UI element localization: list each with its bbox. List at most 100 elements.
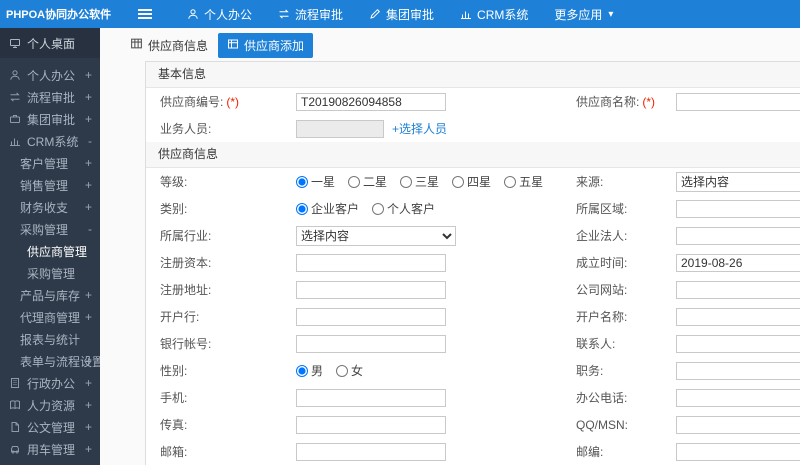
field-label: 性别: [160,364,188,378]
sidebar-item-document-mgmt[interactable]: 公文管理 + [0,416,100,438]
qq-msn-input[interactable] [676,415,800,434]
expand-icon[interactable]: + [85,442,92,456]
expand-icon[interactable]: + [85,200,92,214]
nav-label: 个人办公 [204,7,253,22]
expand-icon[interactable]: + [85,178,92,192]
tab-supplier-add[interactable]: 供应商添加 [218,32,314,58]
nav-crm[interactable]: CRM系统 [447,0,541,28]
tab-bar: 供应商信息 供应商添加 [100,28,800,61]
category-radio-company[interactable]: 企业客户 [296,200,359,217]
email-input[interactable] [296,442,446,461]
level-radio-1[interactable]: 一星 [296,173,335,190]
supplier-add-form: 基本信息 供应商编号:(*) 供应商名称:(*) 业务人员: +选择人员 供应商… [145,61,800,465]
level-radio-2[interactable]: 二星 [348,173,387,190]
tab-label: 供应商添加 [244,38,305,53]
expand-icon[interactable]: + [85,398,92,412]
zip-code-input[interactable] [676,442,800,461]
bank-input[interactable] [296,307,446,326]
sidebar-item-agent-mgmt[interactable]: 代理商管理 + [0,306,100,328]
sidebar-item-desktop[interactable]: 个人桌面 [0,28,100,58]
category-radio-personal[interactable]: 个人客户 [372,200,435,217]
expand-icon[interactable]: + [85,376,92,390]
required-asterisk: (*) [642,95,656,109]
document-icon [9,421,21,433]
founded-date-input[interactable] [676,253,800,272]
briefcase-icon [9,113,21,125]
form-row-account-contact: 银行帐号: 联系人: [146,330,800,357]
business-person-input[interactable] [296,119,384,138]
level-radio-4[interactable]: 四星 [452,173,491,190]
sidebar-item-sales-mgmt[interactable]: 销售管理 + [0,174,100,196]
sidebar-item-purchasing[interactable]: 采购管理 [0,262,100,284]
form-row-email-zip: 邮箱: 邮编: [146,438,800,465]
sidebar-item-archive-mgmt[interactable]: 档案管理 + [0,460,100,465]
book-icon [9,399,21,411]
gender-radio-female[interactable]: 女 [336,362,363,379]
sidebar-item-personal-office[interactable]: 个人办公 + [0,64,100,86]
sidebar-item-vehicle-mgmt[interactable]: 用车管理 + [0,438,100,460]
collapse-icon[interactable]: - [88,134,92,148]
expand-icon[interactable]: + [85,420,92,434]
field-label: 邮箱: [160,445,188,459]
collapse-icon[interactable]: - [88,222,92,236]
website-input[interactable] [676,280,800,299]
nav-label: CRM系统 [477,7,529,22]
level-radio-5[interactable]: 五星 [504,173,543,190]
contact-input[interactable] [676,334,800,353]
supplier-code-input[interactable] [296,92,446,111]
sidebar-item-form-flow-settings[interactable]: 表单与流程设置 + [0,350,100,372]
category-radio-group: 企业客户 个人客户 [296,200,448,217]
table-icon [130,37,143,53]
bank-account-name-input[interactable] [676,307,800,326]
sidebar-item-group-approval[interactable]: 集团审批 + [0,108,100,130]
sidebar-item-process-approval[interactable]: 流程审批 + [0,86,100,108]
field-label: 来源: [576,175,604,189]
nav-group-approval[interactable]: 集团审批 [356,0,447,28]
fax-input[interactable] [296,415,446,434]
expand-icon[interactable]: + [85,112,92,126]
expand-icon[interactable]: + [85,68,92,82]
office-phone-input[interactable] [676,388,800,407]
choose-person-link[interactable]: +选择人员 [392,120,447,137]
mobile-input[interactable] [296,388,446,407]
industry-select[interactable]: 选择内容 [296,225,456,246]
topbar: PHPOA协同办公软件 个人办公 流程审批 集团审批 CRM系统 更多应用 ▾ [0,0,800,28]
sidebar-item-finance[interactable]: 财务收支 + [0,196,100,218]
sidebar: 个人桌面 个人办公 + 流程审批 + 集团审批 + CRM系统 - 客户管理 +… [0,28,100,465]
field-label: 等级: [160,175,188,189]
field-label: QQ/MSN: [576,417,629,432]
source-select[interactable]: 选择内容 [676,171,800,192]
nav-more-apps[interactable]: 更多应用 ▾ [541,0,626,28]
sidebar-item-reports[interactable]: 报表与统计 [0,328,100,350]
expand-icon[interactable]: + [85,288,92,302]
registered-address-input[interactable] [296,280,446,299]
sidebar-item-customer-mgmt[interactable]: 客户管理 + [0,152,100,174]
field-label: 联系人: [576,337,616,351]
nav-personal-office[interactable]: 个人办公 [174,0,265,28]
bank-account-input[interactable] [296,334,446,353]
expand-icon[interactable]: + [85,156,92,170]
supplier-name-input[interactable] [676,92,800,111]
sidebar-item-product-inventory[interactable]: 产品与库存 + [0,284,100,306]
level-radio-3[interactable]: 三星 [400,173,439,190]
gender-radio-male[interactable]: 男 [296,362,323,379]
sidebar-item-crm[interactable]: CRM系统 - [0,130,100,152]
field-label: 类别: [160,202,188,216]
expand-icon[interactable]: + [85,310,92,324]
form-row-regaddr-website: 注册地址: 公司网站: [146,276,800,303]
nav-process-approval[interactable]: 流程审批 [265,0,356,28]
field-label: 邮编: [576,445,604,459]
sidebar-item-supplier-mgmt[interactable]: 供应商管理 [0,240,100,262]
tab-supplier-list[interactable]: 供应商信息 [130,37,208,54]
sidebar-item-purchase-mgmt[interactable]: 采购管理 - [0,218,100,240]
menu-toggle-icon[interactable] [138,8,152,20]
registered-capital-input[interactable] [296,253,446,272]
building-icon [9,377,21,389]
sidebar-item-admin-office[interactable]: 行政办公 + [0,372,100,394]
job-title-input[interactable] [676,361,800,380]
legal-person-input[interactable] [676,226,800,245]
expand-icon[interactable]: + [85,354,92,368]
sidebar-item-hr[interactable]: 人力资源 + [0,394,100,416]
expand-icon[interactable]: + [85,90,92,104]
region-input[interactable] [676,199,800,218]
